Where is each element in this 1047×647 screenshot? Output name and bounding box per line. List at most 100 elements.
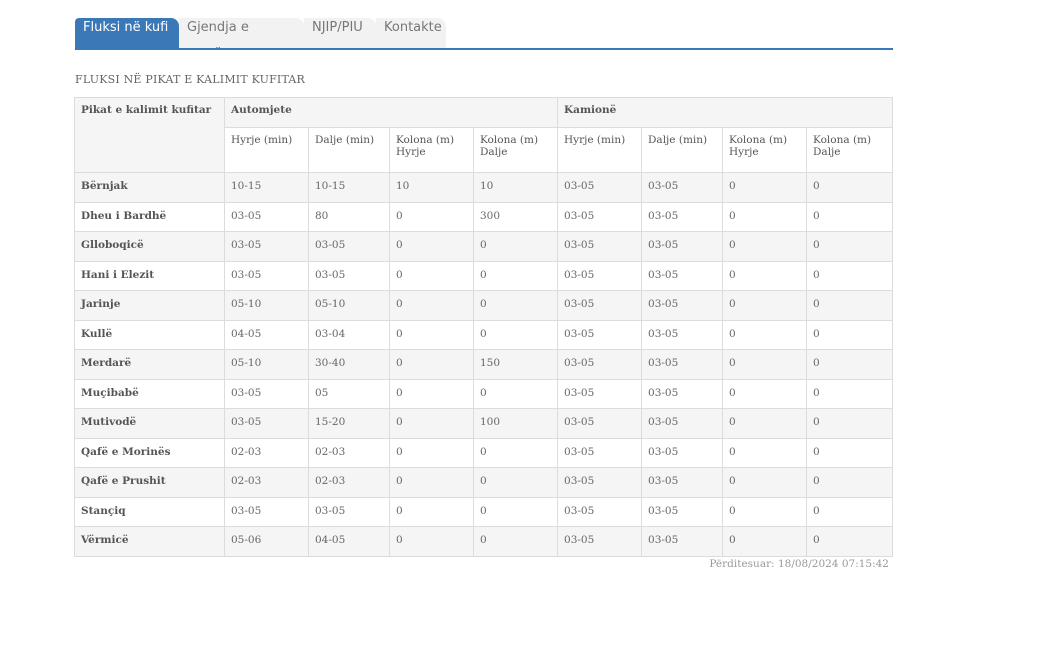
cell-trucks-queue-entry: 0 (722, 408, 808, 439)
cell-trucks-entry: 03-05 (557, 378, 643, 409)
header-cars-queue-exit: Kolona (m) Dalje (472, 127, 559, 173)
cell-cars-queue-entry: 0 (389, 437, 474, 468)
table-row: Hani i Elezit 03-05 03-05 0 0 03-05 03-05 0 0 (74, 260, 894, 291)
cell-cars-exit: 05 (308, 378, 390, 409)
section-title: FLUKSI NË PIKAT E KALIMIT KUFITAR (75, 73, 306, 86)
cell-trucks-exit: 03-05 (641, 437, 724, 468)
cell-cars-entry: 03-05 (224, 378, 309, 409)
cell-border-point: Glloboqicë (74, 231, 225, 262)
cell-cars-exit: 03-05 (308, 231, 390, 262)
cell-trucks-exit: 03-05 (641, 408, 724, 439)
cell-cars-queue-exit: 0 (472, 231, 559, 262)
cell-trucks-exit: 03-05 (641, 319, 724, 350)
cell-cars-exit: 15-20 (308, 408, 390, 439)
header-trucks-entry: Hyrje (min) (557, 127, 643, 173)
cell-trucks-queue-entry: 0 (722, 319, 808, 350)
last-updated-text: Përditesuar: 18/08/2024 07:15:42 (709, 558, 889, 570)
cell-trucks-queue-entry: 0 (722, 526, 808, 557)
cell-trucks-queue-exit: 0 (806, 201, 894, 232)
table-row: Dheu i Bardhë 03-05 80 0 300 03-05 03-05 0 0 (74, 201, 894, 232)
cell-trucks-queue-exit: 0 (806, 260, 894, 291)
cell-trucks-entry: 03-05 (557, 437, 643, 468)
table-row: Glloboqicë 03-05 03-05 0 0 03-05 03-05 0 0 (74, 231, 894, 262)
cell-cars-exit: 03-05 (308, 260, 390, 291)
header-cars-queue-entry: Kolona (m) Hyrje (389, 127, 474, 173)
cell-trucks-entry: 03-05 (557, 349, 643, 380)
cell-trucks-queue-entry: 0 (722, 172, 808, 203)
cell-cars-queue-exit: 300 (472, 201, 559, 232)
header-trucks-queue-entry: Kolona (m) Hyrje (722, 127, 808, 173)
border-flux-table: Pikat e kalimit kufitar Automjete Kamion… (74, 97, 894, 557)
table-row: Merdarë 05-10 30-40 0 150 03-05 03-05 0 0 (74, 349, 894, 380)
cell-trucks-queue-entry: 0 (722, 231, 808, 262)
cell-cars-queue-entry: 10 (389, 172, 474, 203)
cell-trucks-exit: 03-05 (641, 526, 724, 557)
tab-label: Kontakte (384, 20, 442, 35)
cell-trucks-queue-exit: 0 (806, 172, 894, 203)
cell-cars-queue-exit: 0 (472, 526, 559, 557)
cell-cars-queue-exit: 0 (472, 467, 559, 498)
cell-cars-entry: 03-05 (224, 201, 309, 232)
cell-border-point: Stançiq (74, 496, 225, 527)
cell-trucks-queue-exit: 0 (806, 349, 894, 380)
cell-cars-exit: 02-03 (308, 437, 390, 468)
cell-trucks-exit: 03-05 (641, 349, 724, 380)
cell-trucks-queue-entry: 0 (722, 496, 808, 527)
cell-trucks-entry: 03-05 (557, 260, 643, 291)
cell-cars-exit: 80 (308, 201, 390, 232)
cell-cars-entry: 03-05 (224, 260, 309, 291)
cell-cars-queue-entry: 0 (389, 378, 474, 409)
tab-border-flux[interactable]: Fluksi në kufi (75, 18, 179, 48)
cell-cars-queue-entry: 0 (389, 231, 474, 262)
cell-cars-entry: 05-10 (224, 290, 309, 321)
header-group-trucks: Kamionë (557, 97, 894, 128)
cell-trucks-queue-exit: 0 (806, 231, 894, 262)
cell-cars-entry: 03-05 (224, 496, 309, 527)
tab-label: Gjendja e rrugëve (187, 20, 249, 48)
cell-trucks-queue-exit: 0 (806, 408, 894, 439)
cell-trucks-exit: 03-05 (641, 201, 724, 232)
cell-trucks-queue-entry: 0 (722, 201, 808, 232)
cell-trucks-queue-exit: 0 (806, 290, 894, 321)
cell-border-point: Vërmicë (74, 526, 225, 557)
cell-cars-exit: 10-15 (308, 172, 390, 203)
cell-cars-queue-exit: 0 (472, 378, 559, 409)
cell-trucks-queue-exit: 0 (806, 437, 894, 468)
cell-border-point: Hani i Elezit (74, 260, 225, 291)
cell-trucks-entry: 03-05 (557, 231, 643, 262)
table-row: Muçibabë 03-05 05 0 0 03-05 03-05 0 0 (74, 378, 894, 409)
header-group-cars: Automjete (223, 97, 559, 128)
cell-trucks-exit: 03-05 (641, 172, 724, 203)
cell-trucks-queue-entry: 0 (722, 467, 808, 498)
cell-trucks-entry: 03-05 (557, 496, 643, 527)
table-row: Jarinje 05-10 05-10 0 0 03-05 03-05 0 0 (74, 290, 894, 321)
cell-trucks-queue-exit: 0 (806, 526, 894, 557)
cell-border-point: Merdarë (74, 349, 225, 380)
cell-trucks-queue-entry: 0 (722, 349, 808, 380)
cell-trucks-entry: 03-05 (557, 467, 643, 498)
cell-trucks-entry: 03-05 (557, 526, 643, 557)
cell-cars-queue-exit: 0 (472, 290, 559, 321)
cell-cars-entry: 05-06 (224, 526, 309, 557)
tab-njip-piu[interactable]: NJIP/PIU (304, 18, 376, 48)
cell-border-point: Bërnjak (74, 172, 225, 203)
cell-cars-entry: 10-15 (224, 172, 309, 203)
cell-cars-exit: 03-05 (308, 496, 390, 527)
cell-cars-queue-exit: 0 (472, 319, 559, 350)
cell-cars-queue-entry: 0 (389, 349, 474, 380)
cell-cars-queue-exit: 0 (472, 437, 559, 468)
cell-cars-queue-entry: 0 (389, 319, 474, 350)
header-cars-exit: Dalje (min) (308, 127, 390, 173)
tab-contacts[interactable]: Kontakte (376, 18, 446, 48)
cell-cars-entry: 05-10 (224, 349, 309, 380)
cell-trucks-queue-exit: 0 (806, 496, 894, 527)
cell-cars-entry: 02-03 (224, 437, 309, 468)
cell-cars-queue-exit: 100 (472, 408, 559, 439)
cell-border-point: Jarinje (74, 290, 225, 321)
cell-cars-queue-exit: 0 (472, 496, 559, 527)
cell-cars-exit: 03-04 (308, 319, 390, 350)
cell-trucks-entry: 03-05 (557, 172, 643, 203)
cell-trucks-queue-entry: 0 (722, 378, 808, 409)
cell-border-point: Muçibabë (74, 378, 225, 409)
tab-road-conditions[interactable]: Gjendja e rrugëve (179, 18, 304, 48)
